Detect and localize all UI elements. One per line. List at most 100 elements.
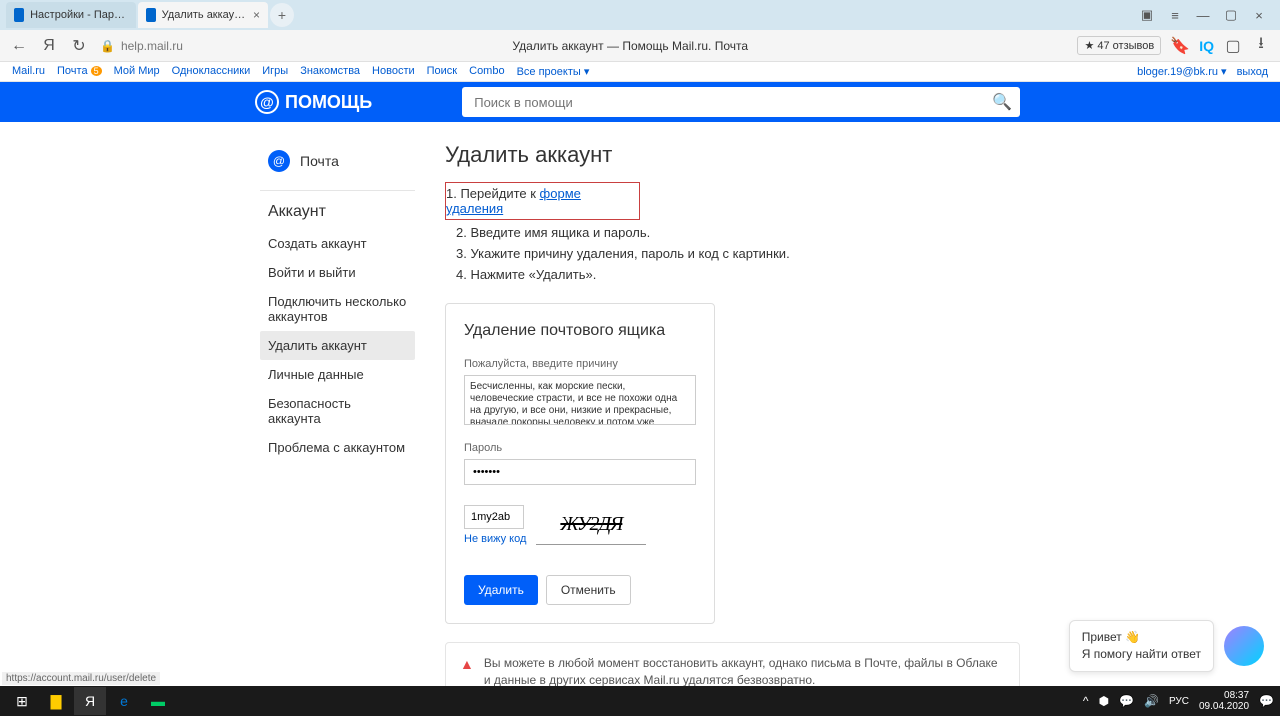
nav-search[interactable]: Поиск: [427, 65, 457, 78]
download-icon[interactable]: ⭳: [1252, 37, 1270, 55]
cancel-button[interactable]: Отменить: [546, 575, 631, 605]
lock-icon: 🔒: [100, 39, 115, 53]
iq-icon[interactable]: IQ: [1199, 38, 1214, 54]
close-window-icon[interactable]: ×: [1252, 8, 1266, 22]
tray-up-icon[interactable]: ^: [1083, 694, 1089, 708]
sidebar-item-multiple[interactable]: Подключить несколько аккаунтов: [260, 287, 415, 331]
tab-settings[interactable]: Настройки - Пароль и бе...: [6, 2, 136, 28]
sidebar-item-security[interactable]: Безопасность аккаунта: [260, 389, 415, 433]
reason-label: Пожалуйста, введите причину: [464, 358, 696, 370]
step-1: 1. Перейдите к форме удаления: [445, 182, 640, 220]
captcha-refresh-link[interactable]: Не вижу код: [464, 533, 526, 545]
chat-bubble[interactable]: Привет 👋 Я помогу найти ответ: [1069, 620, 1214, 672]
tab-favicon: [146, 8, 156, 22]
password-input[interactable]: [464, 459, 696, 485]
sidebar-item-personal[interactable]: Личные данные: [260, 360, 415, 389]
main-content: Удалить аккаунт 1. Перейдите к форме уда…: [445, 142, 1020, 686]
new-tab-button[interactable]: +: [270, 3, 294, 27]
tray-time: 08:37: [1199, 690, 1249, 701]
nav-news[interactable]: Новости: [372, 65, 415, 78]
start-button[interactable]: ⊞: [6, 687, 38, 715]
page-title: Удалить аккаунт — Помощь Mail.ru. Почта: [195, 39, 1065, 53]
search-icon[interactable]: 🔍: [992, 92, 1012, 112]
reload-icon[interactable]: ↻: [70, 37, 88, 55]
sidebar-header-label: Почта: [300, 153, 339, 169]
task-explorer[interactable]: ▇: [40, 687, 72, 715]
tab-title: Настройки - Пароль и бе...: [30, 9, 128, 21]
nav-mymir[interactable]: Мой Мир: [114, 65, 160, 78]
extension-icon[interactable]: ▣: [1140, 8, 1154, 22]
tab-title: Удалить аккаунт — По...: [162, 9, 247, 21]
at-icon: @: [255, 90, 279, 114]
delete-box-title: Удаление почтового ящика: [464, 322, 696, 340]
warning-box: ▲ Вы можете в любой момент восстановить …: [445, 642, 1020, 686]
maximize-icon[interactable]: ▢: [1224, 8, 1238, 22]
tray-notification-icon[interactable]: 💬: [1259, 694, 1274, 708]
reason-textarea[interactable]: [464, 375, 696, 425]
help-brand: ПОМОЩЬ: [285, 92, 372, 113]
tray-security-icon[interactable]: ⬢: [1099, 694, 1109, 708]
tray-clock[interactable]: 08:37 09.04.2020: [1199, 690, 1249, 712]
bookmark-icon[interactable]: 🔖: [1171, 37, 1189, 55]
logout-link[interactable]: выход: [1237, 66, 1268, 78]
sidebar: @ Почта Аккаунт Создать аккаунт Войти и …: [260, 142, 415, 686]
step-4: 4. Нажмите «Удалить».: [445, 264, 1020, 285]
captcha-image: ЖУ2ДЯ: [536, 505, 646, 545]
status-bar-link: https://account.mail.ru/user/delete: [2, 672, 160, 685]
task-yandex[interactable]: Я: [74, 687, 106, 715]
sidebar-header[interactable]: @ Почта: [260, 142, 415, 184]
user-email[interactable]: bloger.19@bk.ru ▾: [1137, 65, 1226, 78]
yandex-icon[interactable]: Я: [40, 37, 58, 55]
nav-mail[interactable]: Почта 5: [57, 65, 102, 78]
menu-icon[interactable]: ≡: [1168, 8, 1182, 22]
step-1-text: 1. Перейдите к: [446, 186, 540, 201]
help-search: 🔍: [462, 87, 1020, 117]
sidebar-item-create[interactable]: Создать аккаунт: [260, 229, 415, 258]
chat-avatar[interactable]: [1224, 626, 1264, 666]
step-3: 3. Укажите причину удаления, пароль и ко…: [445, 243, 1020, 264]
sidebar-item-delete[interactable]: Удалить аккаунт: [260, 331, 415, 360]
close-icon[interactable]: ×: [253, 8, 260, 22]
tray-language[interactable]: РУС: [1169, 696, 1189, 707]
url-box[interactable]: 🔒 help.mail.ru: [100, 39, 183, 53]
chat-text: Я помогу найти ответ: [1082, 646, 1201, 663]
nav-mailru[interactable]: Mail.ru: [12, 65, 45, 78]
browser-tabs-bar: Настройки - Пароль и бе... Удалить аккау…: [0, 0, 1280, 30]
url-text: help.mail.ru: [121, 39, 183, 53]
delete-button[interactable]: Удалить: [464, 575, 538, 605]
tab-delete-account[interactable]: Удалить аккаунт — По... ×: [138, 2, 268, 28]
nav-dating[interactable]: Знакомства: [300, 65, 360, 78]
address-bar: ← Я ↻ 🔒 help.mail.ru Удалить аккаунт — П…: [0, 30, 1280, 62]
help-header: @ ПОМОЩЬ 🔍: [0, 82, 1280, 122]
content-area: @ Почта Аккаунт Создать аккаунт Войти и …: [0, 122, 1280, 686]
sidebar-section-title: Аккаунт: [260, 190, 415, 229]
task-app[interactable]: ▬: [142, 687, 174, 715]
nav-all-projects[interactable]: Все проекты ▾: [517, 65, 590, 78]
mail-icon: @: [268, 150, 290, 172]
reviews-badge[interactable]: ★ 47 отзывов: [1077, 36, 1161, 55]
sidebar-item-problem[interactable]: Проблема с аккаунтом: [260, 433, 415, 462]
nav-combo[interactable]: Combo: [469, 65, 504, 78]
sidebar-icon[interactable]: ▢: [1224, 37, 1242, 55]
warning-icon: ▲: [460, 655, 474, 686]
tray-chat-icon[interactable]: 💬: [1119, 694, 1134, 708]
password-label: Пароль: [464, 442, 696, 454]
taskbar: ⊞ ▇ Я e ▬ ^ ⬢ 💬 🔊 РУС 08:37 09.04.2020 💬: [0, 686, 1280, 716]
help-logo[interactable]: @ ПОМОЩЬ: [255, 90, 372, 114]
search-input[interactable]: [462, 87, 1020, 117]
steps-list: 1. Перейдите к форме удаления 2. Введите…: [445, 182, 1020, 285]
sidebar-item-login[interactable]: Войти и выйти: [260, 258, 415, 287]
nav-ok[interactable]: Одноклассники: [172, 65, 251, 78]
delete-form-screenshot: Удаление почтового ящика Пожалуйста, вве…: [445, 303, 715, 624]
tab-favicon: [14, 8, 24, 22]
main-heading: Удалить аккаунт: [445, 142, 1020, 168]
nav-games[interactable]: Игры: [262, 65, 288, 78]
warning-text: Вы можете в любой момент восстановить ак…: [484, 655, 1005, 686]
chat-widget: Привет 👋 Я помогу найти ответ: [1069, 620, 1264, 672]
tray-sound-icon[interactable]: 🔊: [1144, 694, 1159, 708]
minimize-icon[interactable]: —: [1196, 8, 1210, 22]
step-2: 2. Введите имя ящика и пароль.: [445, 222, 1020, 243]
back-icon[interactable]: ←: [10, 37, 28, 55]
captcha-input[interactable]: [464, 505, 524, 529]
task-edge[interactable]: e: [108, 687, 140, 715]
